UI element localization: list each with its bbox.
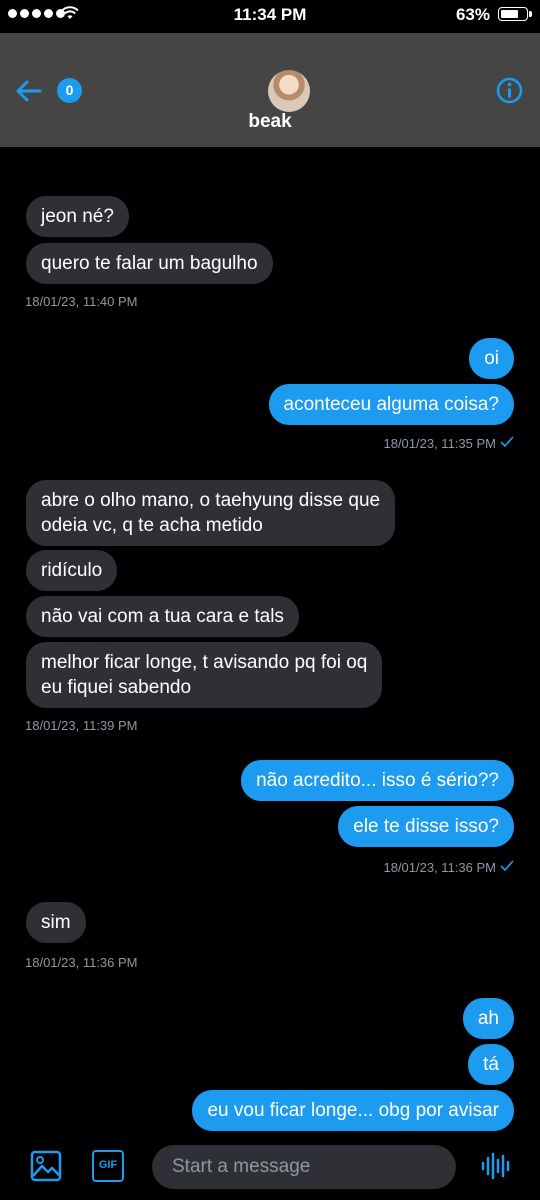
outgoing-message[interactable]: aconteceu alguma coisa? xyxy=(268,384,514,425)
message-timestamp: 18/01/23, 11:36 PM xyxy=(383,860,496,875)
message-timestamp: 18/01/23, 11:36 PM xyxy=(25,955,138,970)
incoming-message[interactable]: quero te falar um bagulho xyxy=(26,243,273,284)
contact-avatar[interactable] xyxy=(268,70,310,112)
status-bar: 11:34 PM 63% xyxy=(0,0,540,28)
info-icon[interactable] xyxy=(496,77,523,104)
image-icon[interactable] xyxy=(30,1150,62,1182)
incoming-message[interactable]: melhor ficar longe, t avisando pq foi oq… xyxy=(26,642,383,708)
incoming-message[interactable]: não vai com a tua cara e tals xyxy=(26,596,299,637)
gif-icon[interactable]: GIF xyxy=(92,1150,124,1182)
message-timestamp: 18/01/23, 11:39 PM xyxy=(25,718,138,733)
message-input[interactable]: Start a message xyxy=(152,1145,456,1189)
outgoing-message[interactable]: ele te disse isso? xyxy=(338,806,514,847)
message-list[interactable]: jeon né? quero te falar um bagulho 18/01… xyxy=(0,147,540,1132)
incoming-message[interactable]: ridículo xyxy=(26,550,118,591)
back-arrow-icon[interactable] xyxy=(14,76,44,106)
message-timestamp: 18/01/23, 11:40 PM xyxy=(25,294,138,309)
outgoing-message[interactable]: eu vou ficar longe... obg por avisar xyxy=(192,1090,514,1131)
incoming-message[interactable]: sim xyxy=(26,902,86,943)
battery-percent: 63% xyxy=(455,5,490,24)
voice-icon[interactable] xyxy=(480,1152,512,1180)
outgoing-message[interactable]: tá xyxy=(468,1044,514,1085)
message-composer: GIF Start a message xyxy=(0,1132,540,1200)
read-check-icon xyxy=(500,860,514,872)
incoming-message[interactable]: jeon né? xyxy=(26,196,129,237)
incoming-message[interactable]: abre o olho mano, o taehyung disse que o… xyxy=(26,480,396,546)
outgoing-message[interactable]: oi xyxy=(469,338,514,379)
unread-count-badge: 0 xyxy=(57,78,82,103)
outgoing-message[interactable]: não acredito... isso é sério?? xyxy=(241,760,514,801)
contact-name[interactable]: beak xyxy=(0,111,540,133)
battery-icon xyxy=(498,7,532,21)
read-check-icon xyxy=(500,436,514,448)
outgoing-message[interactable]: ah xyxy=(462,998,514,1039)
message-timestamp: 18/01/23, 11:35 PM xyxy=(383,436,496,451)
